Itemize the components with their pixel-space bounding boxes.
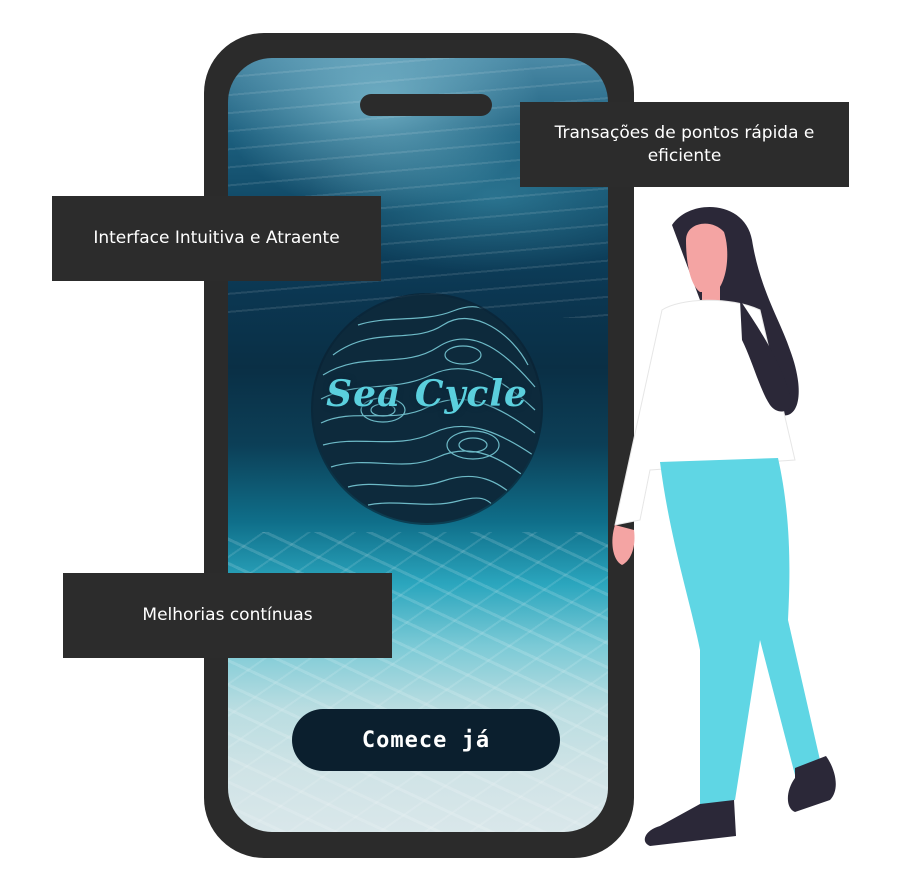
callout-text: Transações de pontos rápida e eficiente xyxy=(554,122,815,166)
woman-standing-illustration-icon xyxy=(612,206,836,846)
callout-intuitive-interface: Interface Intuitiva e Atraente xyxy=(52,196,381,281)
callout-text: Interface Intuitiva e Atraente xyxy=(93,228,340,249)
callout-continuous-improvements: Melhorias contínuas xyxy=(63,573,392,658)
phone-notch xyxy=(360,94,492,116)
callout-text: Melhorias contínuas xyxy=(142,605,313,626)
logo-wordmark: Sea Cycle xyxy=(326,373,528,415)
callout-fast-transactions: Transações de pontos rápida e eficiente xyxy=(520,102,849,187)
start-now-button[interactable]: Comece já xyxy=(292,709,560,771)
sea-cycle-logo: Sea Cycle xyxy=(313,295,541,523)
